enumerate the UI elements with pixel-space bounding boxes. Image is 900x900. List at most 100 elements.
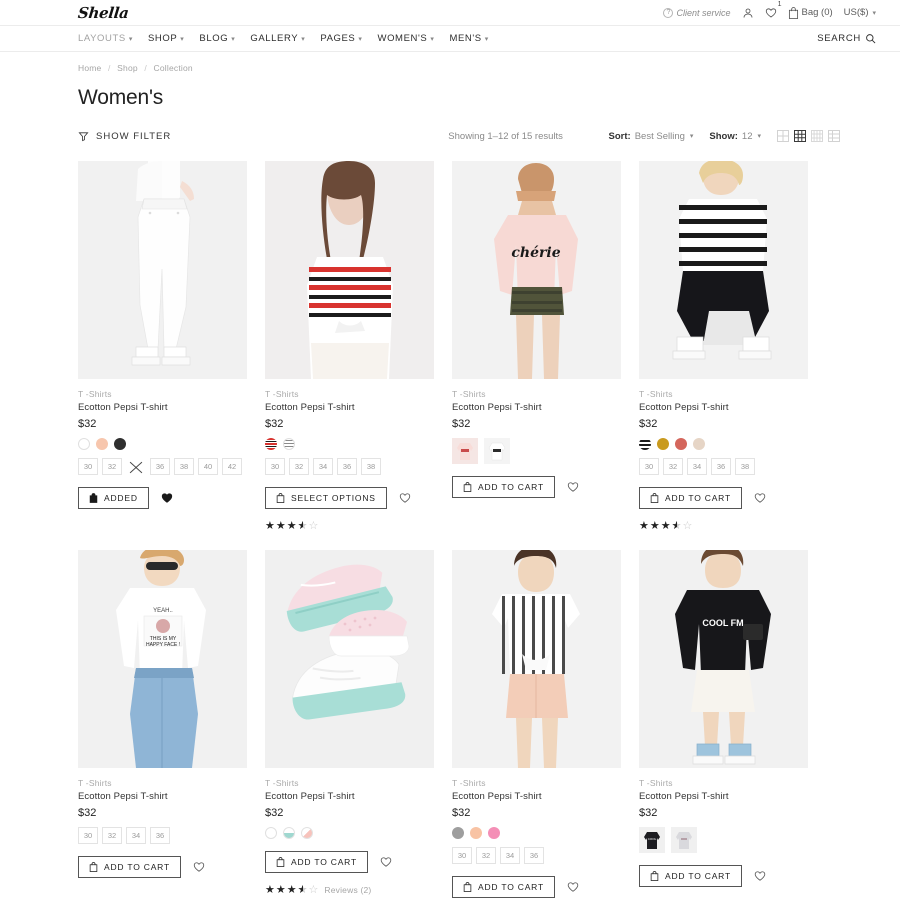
color-swatch[interactable] — [452, 827, 464, 839]
nav-item-mens[interactable]: MEN'S ▾ — [449, 33, 488, 44]
color-swatch[interactable] — [265, 438, 277, 450]
wishlist-toggle[interactable] — [399, 492, 411, 504]
size-option[interactable]: 42 — [222, 458, 242, 475]
list-view-icon[interactable] — [828, 130, 840, 142]
site-logo[interactable]: Shella — [77, 4, 130, 22]
product-name[interactable]: Ecotton Pepsi T-shirt — [265, 402, 434, 413]
add-to-cart-button[interactable]: ADD TO CART — [265, 851, 368, 873]
color-swatch[interactable] — [470, 827, 482, 839]
account-button[interactable] — [742, 7, 754, 19]
size-option[interactable]: 30 — [78, 827, 98, 844]
nav-item-pages[interactable]: PAGES ▾ — [320, 33, 362, 44]
size-option[interactable]: 38 — [361, 458, 381, 475]
size-option[interactable]: 40 — [198, 458, 218, 475]
variant-thumbnail[interactable] — [671, 827, 697, 853]
size-option[interactable]: 34 — [126, 458, 146, 475]
color-swatch[interactable] — [301, 827, 313, 839]
color-swatch[interactable] — [283, 827, 295, 839]
color-swatch[interactable] — [488, 827, 500, 839]
cart-button[interactable]: Bag (0) — [788, 6, 833, 19]
product-image[interactable] — [639, 161, 808, 379]
nav-item-womens[interactable]: WOMEN'S ▾ — [378, 33, 435, 44]
color-swatch[interactable] — [78, 438, 90, 450]
color-swatch[interactable] — [639, 438, 651, 450]
product-image[interactable] — [265, 550, 434, 768]
size-option[interactable]: 36 — [150, 827, 170, 844]
grid-2col-icon[interactable] — [777, 130, 789, 142]
wishlist-toggle[interactable] — [193, 861, 205, 873]
add-to-cart-button[interactable]: SELECT OPTIONS — [265, 487, 387, 509]
search-button[interactable]: SEARCH — [817, 33, 876, 44]
color-swatch[interactable] — [265, 827, 277, 839]
product-name[interactable]: Ecotton Pepsi T-shirt — [452, 791, 621, 802]
wishlist-toggle[interactable] — [161, 492, 173, 504]
product-name[interactable]: Ecotton Pepsi T-shirt — [78, 791, 247, 802]
size-option[interactable]: 38 — [735, 458, 755, 475]
size-option[interactable]: 38 — [174, 458, 194, 475]
size-option[interactable]: 30 — [265, 458, 285, 475]
nav-item-shop[interactable]: SHOP ▾ — [148, 33, 184, 44]
size-option[interactable]: 36 — [524, 847, 544, 864]
breadcrumb-home[interactable]: Home — [78, 63, 101, 73]
size-option[interactable]: 32 — [663, 458, 683, 475]
product-category[interactable]: T -Shirts — [639, 389, 808, 399]
product-image[interactable] — [265, 161, 434, 379]
product-name[interactable]: Ecotton Pepsi T-shirt — [265, 791, 434, 802]
size-option[interactable]: 32 — [289, 458, 309, 475]
add-to-cart-button[interactable]: ADD TO CART — [452, 476, 555, 498]
product-category[interactable]: T -Shirts — [78, 389, 247, 399]
size-option[interactable]: 32 — [102, 458, 122, 475]
product-name[interactable]: Ecotton Pepsi T-shirt — [452, 402, 621, 413]
product-image[interactable]: COOL FM — [639, 550, 808, 768]
add-to-cart-button[interactable]: ADD TO CART — [639, 865, 742, 887]
variant-thumbnail[interactable]: COOL — [639, 827, 665, 853]
currency-selector[interactable]: US($) ▾ — [844, 7, 876, 18]
nav-item-layouts[interactable]: LAYOUTS ▾ — [78, 33, 133, 44]
breadcrumb-shop[interactable]: Shop — [117, 63, 138, 73]
size-option[interactable]: 30 — [452, 847, 472, 864]
size-option[interactable]: 34 — [687, 458, 707, 475]
wishlist-toggle[interactable] — [754, 870, 766, 882]
grid-3col-icon[interactable] — [794, 130, 806, 142]
size-option[interactable]: 30 — [639, 458, 659, 475]
added-button[interactable]: ADDED — [78, 487, 149, 509]
size-option[interactable]: 34 — [126, 827, 146, 844]
client-service-link[interactable]: ? Client service — [663, 7, 731, 18]
size-option[interactable]: 30 — [78, 458, 98, 475]
show-selector[interactable]: Show: 12 ▾ — [709, 131, 761, 142]
wishlist-toggle[interactable] — [380, 856, 392, 868]
wishlist-toggle[interactable] — [754, 492, 766, 504]
product-category[interactable]: T -Shirts — [78, 778, 247, 788]
color-swatch[interactable] — [693, 438, 705, 450]
variant-thumbnail[interactable] — [484, 438, 510, 464]
product-name[interactable]: Ecotton Pepsi T-shirt — [639, 402, 808, 413]
product-image[interactable] — [78, 161, 247, 379]
color-swatch[interactable] — [114, 438, 126, 450]
product-name[interactable]: Ecotton Pepsi T-shirt — [78, 402, 247, 413]
show-filter-button[interactable]: SHOW FILTER — [78, 131, 171, 142]
size-option[interactable]: 36 — [711, 458, 731, 475]
color-swatch[interactable] — [675, 438, 687, 450]
product-category[interactable]: T -Shirts — [265, 389, 434, 399]
add-to-cart-button[interactable]: ADD TO CART — [78, 856, 181, 878]
review-count[interactable]: Reviews (2) — [324, 885, 371, 895]
grid-4col-icon[interactable] — [811, 130, 823, 142]
add-to-cart-button[interactable]: ADD TO CART — [639, 487, 742, 509]
color-swatch[interactable] — [96, 438, 108, 450]
size-option[interactable]: 36 — [337, 458, 357, 475]
size-option[interactable]: 36 — [150, 458, 170, 475]
wishlist-toggle[interactable] — [567, 481, 579, 493]
add-to-cart-button[interactable]: ADD TO CART — [452, 876, 555, 898]
sort-selector[interactable]: Sort: Best Selling ▾ — [609, 131, 694, 142]
product-name[interactable]: Ecotton Pepsi T-shirt — [639, 791, 808, 802]
size-option[interactable]: 32 — [102, 827, 122, 844]
product-image[interactable]: YEAH.. THIS IS MY HAPPY FACE ! — [78, 550, 247, 768]
size-option[interactable]: 32 — [476, 847, 496, 864]
variant-thumbnail[interactable] — [452, 438, 478, 464]
color-swatch[interactable] — [283, 438, 295, 450]
wishlist-toggle[interactable] — [567, 881, 579, 893]
product-category[interactable]: T -Shirts — [639, 778, 808, 788]
color-swatch[interactable] — [657, 438, 669, 450]
product-image[interactable]: chérie — [452, 161, 621, 379]
product-category[interactable]: T -Shirts — [452, 389, 621, 399]
